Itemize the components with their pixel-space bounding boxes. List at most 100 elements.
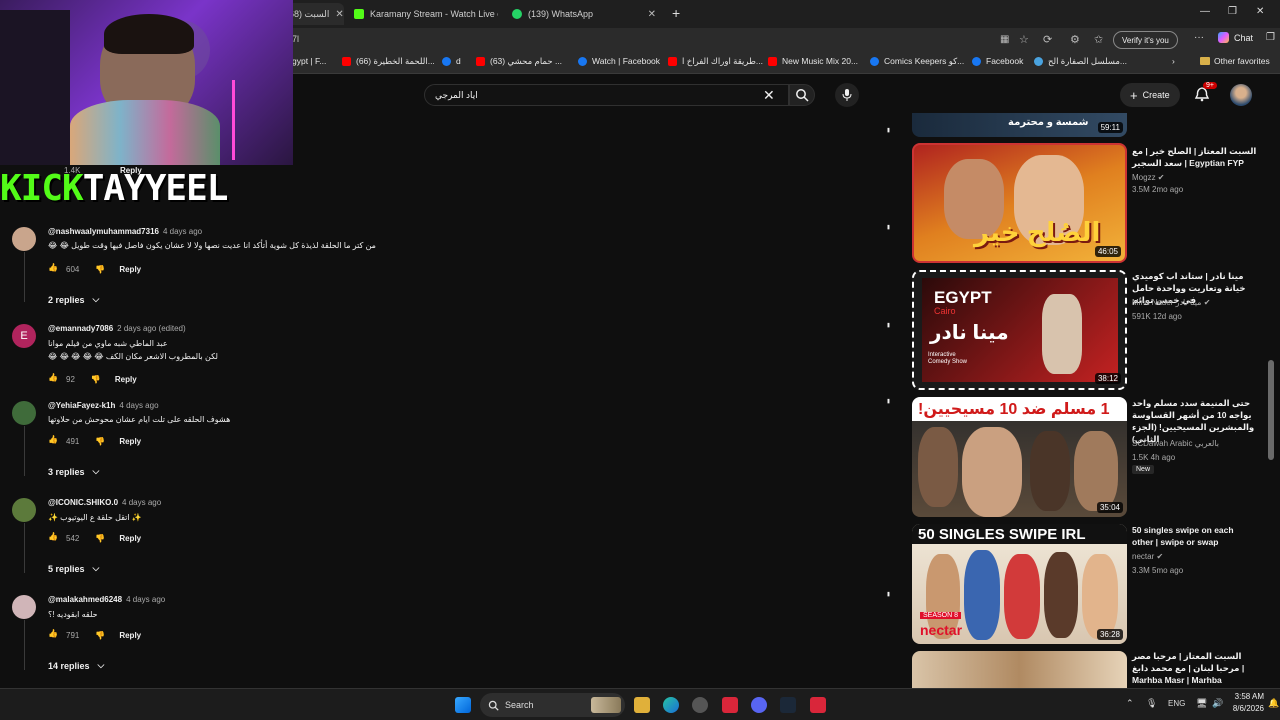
more-icon[interactable]: ··· bbox=[881, 398, 896, 402]
clock-date[interactable]: 8/6/2026 bbox=[1230, 704, 1264, 713]
video-item[interactable]: EGYPT Cairo مينا نادر Interactive Comedy… bbox=[912, 270, 1257, 390]
video-title[interactable]: السبت المعتاز | الصلح خير | مع سعد السجي… bbox=[1132, 145, 1257, 169]
edge-icon[interactable] bbox=[663, 697, 679, 713]
more-icon[interactable]: ··· bbox=[881, 591, 896, 595]
video-item[interactable]: شمسة و محترمة 59:11 bbox=[912, 113, 1257, 137]
thumbs-down-icon[interactable]: 👎 bbox=[95, 265, 105, 274]
view-replies-button[interactable]: 2 replies ⌵ bbox=[48, 294, 99, 305]
view-replies-button[interactable]: 5 replies ⌵ bbox=[48, 563, 99, 574]
reply-button[interactable]: Reply bbox=[119, 437, 141, 446]
reply-button[interactable]: Reply bbox=[119, 534, 141, 543]
thumbs-down-icon[interactable]: 👎 bbox=[95, 534, 105, 543]
video-title[interactable]: 50 singles swipe on each other | swipe o… bbox=[1132, 524, 1257, 548]
clock-time[interactable]: 3:58 AM bbox=[1230, 692, 1264, 701]
bookmark-item[interactable]: New Music Mix 20... bbox=[768, 56, 858, 66]
bookmark-item[interactable]: (63) حمام محشي ... bbox=[476, 56, 562, 67]
notifications-button[interactable]: 9+ bbox=[1194, 82, 1217, 107]
channel-name[interactable]: nectar ✔ bbox=[1132, 552, 1163, 561]
view-replies-button[interactable]: 14 replies ⌵ bbox=[48, 660, 104, 671]
tab-whatsapp[interactable]: (139) WhatsApp ✕ bbox=[504, 3, 664, 25]
thumbs-down-icon[interactable]: 👎 bbox=[95, 437, 105, 446]
more-menu-icon[interactable]: ··· bbox=[1194, 32, 1204, 43]
tab-karamany[interactable]: Karamany Stream - Watch Live on ✕ bbox=[346, 3, 498, 25]
thumbs-up-icon[interactable]: 👍 bbox=[48, 629, 60, 641]
url-text[interactable]: 7l bbox=[292, 34, 299, 44]
video-thumbnail[interactable] bbox=[912, 651, 1127, 688]
bookmark-item[interactable]: gypt | F... bbox=[292, 56, 326, 66]
comment-author[interactable]: @YehiaFayez-k1h 4 days ago bbox=[48, 401, 159, 410]
extensions-icon[interactable]: ⟳ bbox=[1043, 33, 1052, 46]
comment-author[interactable]: @malakahmed6248 4 days ago bbox=[48, 595, 165, 604]
verify-button[interactable]: Verify it's you bbox=[1113, 31, 1178, 49]
create-button[interactable]: + Create bbox=[1120, 83, 1180, 107]
search-input[interactable]: اياد المرجي ✕ bbox=[424, 84, 789, 106]
minimize-icon[interactable]: — bbox=[1200, 6, 1210, 17]
volume-icon[interactable]: 🔊 bbox=[1212, 698, 1223, 709]
video-thumbnail[interactable]: شمسة و محترمة 59:11 bbox=[912, 113, 1127, 137]
network-icon[interactable]: 🖥 bbox=[1196, 698, 1207, 709]
bookmark-item[interactable]: طريقة اوراك الفراخ ا... bbox=[668, 56, 763, 67]
reply-button[interactable]: Reply bbox=[119, 265, 141, 274]
video-item[interactable]: السبت المعتاز | مرحبا مصر مرحبا لبنان | … bbox=[912, 651, 1257, 688]
close-icon[interactable]: ✕ bbox=[329, 9, 343, 20]
steam-icon[interactable] bbox=[780, 697, 796, 713]
thumbs-up-icon[interactable]: 👍 bbox=[48, 373, 60, 385]
app-icon[interactable] bbox=[722, 697, 738, 713]
favorites-icon[interactable]: ✩ bbox=[1094, 33, 1103, 46]
channel-name[interactable]: Mina Nader مينا نادر ✔ bbox=[1132, 298, 1210, 307]
avatar[interactable] bbox=[12, 595, 36, 619]
reply-button[interactable]: Reply bbox=[119, 631, 141, 640]
avatar[interactable] bbox=[12, 498, 36, 522]
windows-start-icon[interactable] bbox=[455, 697, 471, 713]
close-window-icon[interactable]: ✕ bbox=[1256, 6, 1264, 17]
bookmark-item[interactable]: d bbox=[442, 56, 461, 66]
sidebar-toggle-icon[interactable]: ❐ bbox=[1266, 32, 1275, 43]
video-title[interactable]: السبت المعتاز | مرحبا مصر مرحبا لبنان | … bbox=[1132, 651, 1257, 688]
bookmark-item[interactable]: (66) اللحمة الخطيرة... bbox=[342, 56, 435, 67]
avatar[interactable] bbox=[1230, 84, 1252, 106]
thumbs-up-icon[interactable]: 👍 bbox=[48, 263, 60, 275]
voice-search-button[interactable] bbox=[835, 83, 859, 107]
comment-author[interactable]: @ICONIC.SHIKO.0 4 days ago bbox=[48, 498, 161, 507]
video-thumbnail[interactable]: 50 SINGLES SWIPE IRL SEASON 8 nectar 36:… bbox=[912, 524, 1127, 644]
comment-author[interactable]: @nashwaalymuhammad7316 4 days ago bbox=[48, 227, 202, 236]
video-item[interactable]: 1 مسلم ضد 10 مسيحيين! 35:04 حتى المنيمة … bbox=[912, 397, 1257, 517]
view-replies-button[interactable]: 3 replies ⌵ bbox=[48, 466, 99, 477]
video-title[interactable]: حتى المنيمة سدد مسلم واحد يواجه 10 من أش… bbox=[1132, 397, 1257, 445]
maximize-icon[interactable]: ❐ bbox=[1228, 6, 1237, 17]
comment-author[interactable]: @emannady7086 2 days ago (edited) bbox=[48, 324, 186, 333]
scrollbar-thumb[interactable] bbox=[1268, 360, 1274, 460]
bookmark-item[interactable]: Facebook bbox=[972, 56, 1023, 66]
taskbar-search[interactable]: Search bbox=[480, 693, 625, 717]
bookmark-item[interactable]: Watch | Facebook bbox=[578, 56, 660, 66]
app-icon[interactable] bbox=[810, 697, 826, 713]
more-icon[interactable]: ··· bbox=[881, 127, 896, 131]
avatar[interactable] bbox=[12, 401, 36, 425]
favorite-star-icon[interactable]: ☆ bbox=[1019, 33, 1029, 46]
video-item[interactable]: الصُلح خير 46:05 السبت المعتاز | الصلح خ… bbox=[912, 143, 1257, 263]
reply-button[interactable]: Reply bbox=[115, 375, 137, 384]
bookmark-item[interactable]: مسلسل الصفارة الح... bbox=[1034, 56, 1127, 67]
video-item[interactable]: 50 SINGLES SWIPE IRL SEASON 8 nectar 36:… bbox=[912, 524, 1257, 644]
channel-name[interactable]: SCDawah Arabic بالعربي bbox=[1132, 439, 1219, 448]
chevron-up-icon[interactable]: ⌃ bbox=[1126, 698, 1134, 709]
channel-name[interactable]: Mogzz ✔ bbox=[1132, 173, 1165, 182]
more-icon[interactable]: ··· bbox=[881, 322, 896, 326]
app-icon[interactable] bbox=[692, 697, 708, 713]
read-mode-icon[interactable]: ▦ bbox=[1000, 34, 1009, 45]
language-indicator[interactable]: ENG bbox=[1168, 699, 1185, 708]
thumbs-down-icon[interactable]: 👎 bbox=[95, 631, 105, 640]
avatar[interactable] bbox=[12, 227, 36, 251]
thumbs-up-icon[interactable]: 👍 bbox=[48, 435, 60, 447]
avatar[interactable]: E bbox=[12, 324, 36, 348]
microphone-icon[interactable]: 🎙 bbox=[1146, 698, 1157, 709]
bookmarks-chevron-icon[interactable]: › bbox=[1172, 56, 1175, 66]
search-button[interactable] bbox=[789, 84, 815, 106]
other-favorites[interactable]: Other favorites bbox=[1200, 56, 1270, 66]
notification-center-icon[interactable]: 🔔 bbox=[1268, 698, 1279, 709]
thumbs-down-icon[interactable]: 👎 bbox=[91, 375, 101, 384]
thumbs-up-icon[interactable]: 👍 bbox=[48, 532, 60, 544]
new-tab-icon[interactable]: + bbox=[672, 5, 680, 21]
bookmark-item[interactable]: Comics Keepers كو... bbox=[870, 56, 964, 67]
more-icon[interactable]: ··· bbox=[881, 224, 896, 228]
